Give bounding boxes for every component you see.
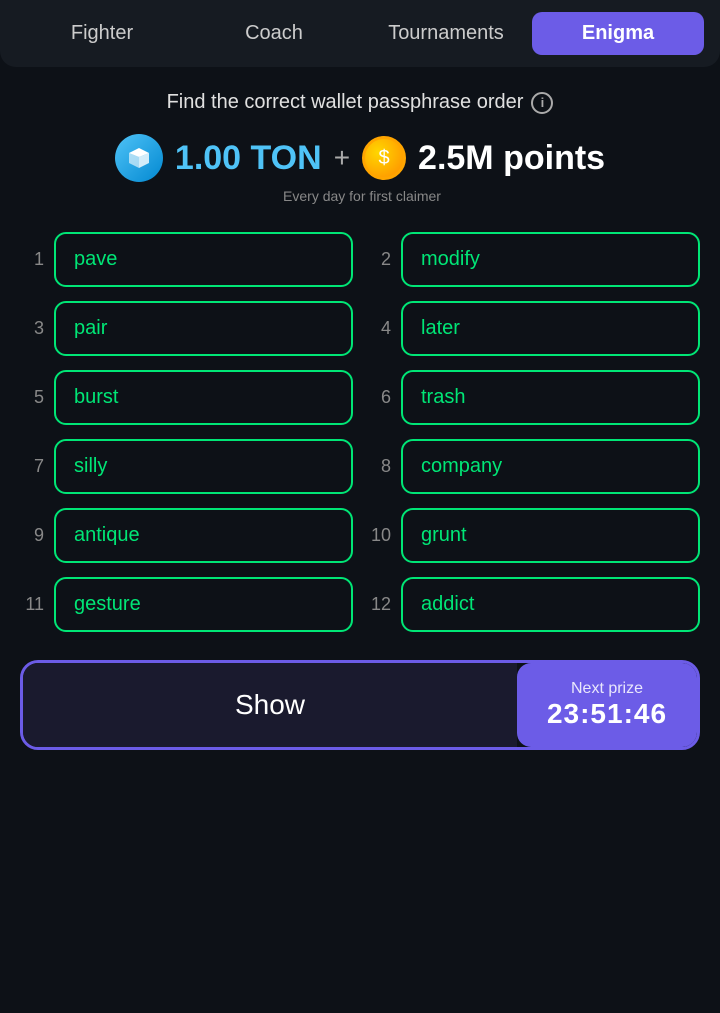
word-item: 10 grunt [367,508,700,563]
word-item: 4 later [367,301,700,356]
word-item: 1 pave [20,232,353,287]
ton-icon [115,134,163,182]
next-prize-label: Next prize [571,680,643,698]
word-number: 5 [20,387,44,408]
word-item: 9 antique [20,508,353,563]
word-box: grunt [401,508,700,563]
nav-fighter[interactable]: Fighter [16,12,188,55]
word-number: 2 [367,249,391,270]
nav-coach[interactable]: Coach [188,12,360,55]
header-text: Find the correct wallet passphrase order [167,91,524,114]
word-number: 3 [20,318,44,339]
word-number: 1 [20,249,44,270]
nav-bar: Fighter Coach Tournaments Enigma [0,0,720,67]
prize-subtitle: Every day for first claimer [283,188,441,204]
word-item: 5 burst [20,370,353,425]
show-button[interactable]: Show [23,663,517,747]
word-box: burst [54,370,353,425]
word-item: 8 company [367,439,700,494]
nav-tournaments[interactable]: Tournaments [360,12,532,55]
word-item: 7 silly [20,439,353,494]
info-icon[interactable]: i [531,92,553,114]
bottom-bar: Show Next prize 23:51:46 [20,660,700,750]
word-number: 9 [20,525,44,546]
word-number: 12 [367,594,391,615]
word-item: 2 modify [367,232,700,287]
next-prize-panel: Next prize 23:51:46 [517,663,697,747]
word-box: pair [54,301,353,356]
word-box: silly [54,439,353,494]
points-amount: 2.5M points [418,139,605,178]
word-box: addict [401,577,700,632]
ton-amount: 1.00 TON [175,139,322,178]
header-section: Find the correct wallet passphrase order… [167,91,554,114]
word-item: 11 gesture [20,577,353,632]
prize-row: 1.00 TON + $ 2.5M points [115,134,605,182]
word-item: 3 pair [20,301,353,356]
word-box: pave [54,232,353,287]
word-number: 4 [367,318,391,339]
word-box: later [401,301,700,356]
word-box: trash [401,370,700,425]
word-number: 11 [20,594,44,615]
nav-enigma[interactable]: Enigma [532,12,704,55]
word-item: 6 trash [367,370,700,425]
word-number: 6 [367,387,391,408]
word-box: company [401,439,700,494]
main-content: Find the correct wallet passphrase order… [0,67,720,774]
word-number: 10 [367,525,391,546]
word-number: 7 [20,456,44,477]
plus-sign: + [334,142,350,174]
next-prize-timer: 23:51:46 [547,698,667,730]
coin-icon: $ [362,136,406,180]
word-box: antique [54,508,353,563]
word-box: gesture [54,577,353,632]
word-grid: 1 pave 2 modify 3 pair 4 later 5 burst 6 trash 7 sill… [20,232,700,632]
word-item: 12 addict [367,577,700,632]
word-number: 8 [367,456,391,477]
word-box: modify [401,232,700,287]
